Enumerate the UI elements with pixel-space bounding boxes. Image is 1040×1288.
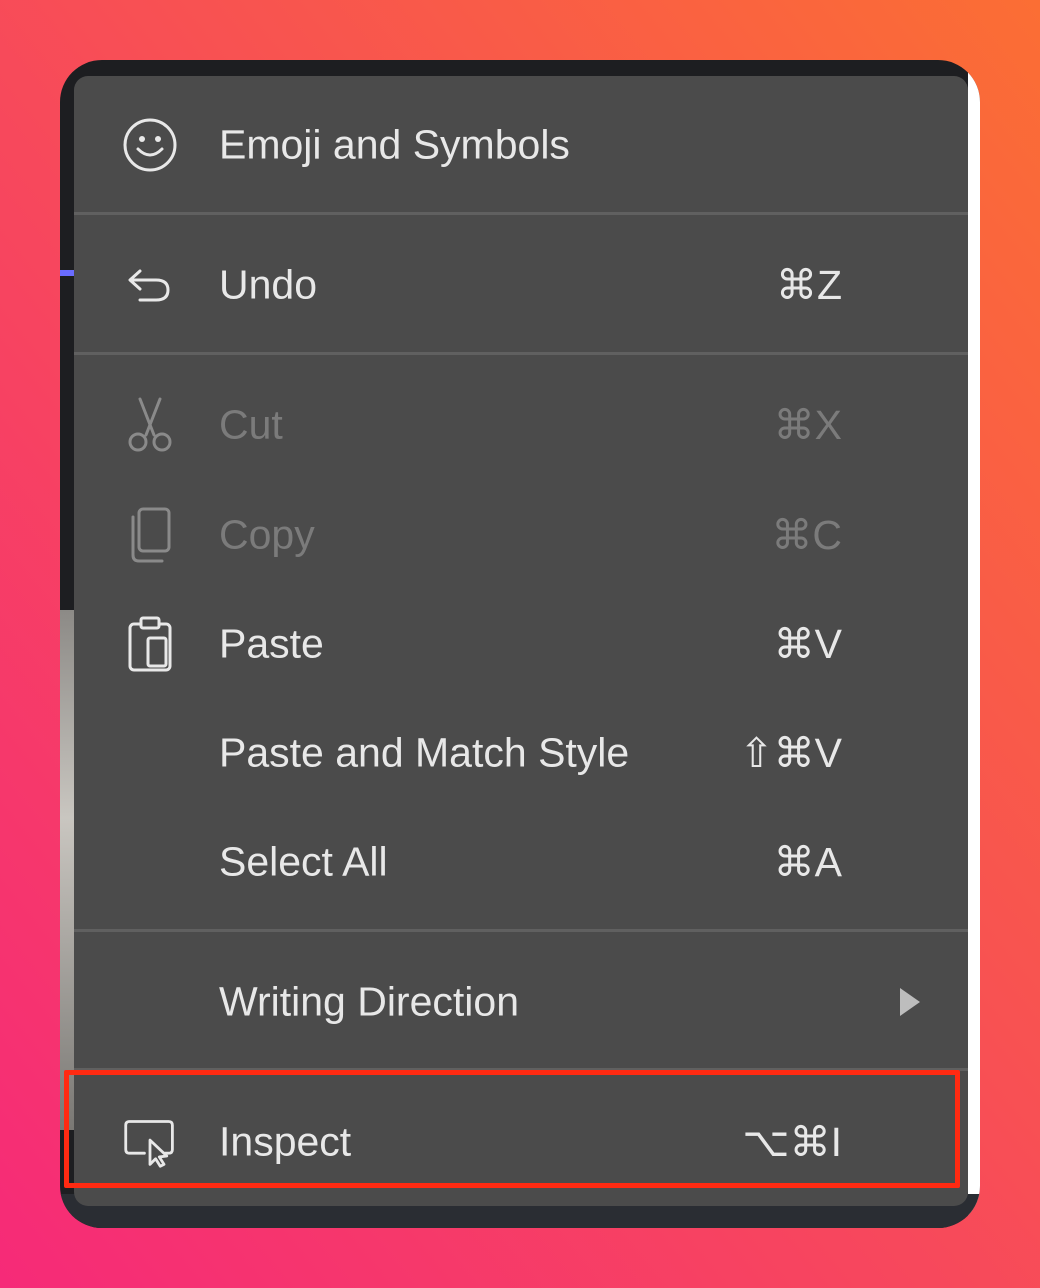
menu-item-label: Undo <box>219 261 318 308</box>
copy-documents-icon <box>122 507 178 563</box>
menu-item-shortcut: ⌘C <box>771 512 842 558</box>
menu-item-label: Emoji and Symbols <box>219 121 570 168</box>
menu-item-copy[interactable]: Copy ⌘C <box>74 485 968 585</box>
undo-arrow-icon <box>122 257 178 313</box>
background-right-edge <box>968 60 980 1228</box>
menu-item-shortcut: ⌘Z <box>775 262 842 308</box>
menu-item-select-all[interactable]: Select All ⌘A <box>74 812 968 912</box>
app-window-backdrop: Emoji and Symbols Undo ⌘Z Cut ⌘X Copy ⌘C… <box>60 60 980 1228</box>
menu-item-label: Paste <box>219 620 324 667</box>
menu-separator <box>74 212 968 215</box>
menu-item-shortcut: ⌘V <box>773 621 842 667</box>
menu-item-label: Writing Direction <box>219 978 519 1025</box>
inspect-highlight-box <box>64 1070 960 1188</box>
menu-item-paste-and-match-style[interactable]: Paste and Match Style ⇧⌘V <box>74 703 968 803</box>
clipboard-icon <box>122 616 178 672</box>
menu-item-label: Cut <box>219 401 283 448</box>
menu-item-undo[interactable]: Undo ⌘Z <box>74 235 968 335</box>
menu-item-label: Paste and Match Style <box>219 729 630 776</box>
context-menu: Emoji and Symbols Undo ⌘Z Cut ⌘X Copy ⌘C… <box>74 76 968 1206</box>
menu-item-writing-direction[interactable]: Writing Direction <box>74 952 968 1052</box>
menu-item-cut[interactable]: Cut ⌘X <box>74 375 968 475</box>
menu-item-shortcut: ⇧⌘V <box>739 730 842 776</box>
menu-item-label: Copy <box>219 511 315 558</box>
menu-separator <box>74 352 968 355</box>
menu-item-paste[interactable]: Paste ⌘V <box>74 594 968 694</box>
menu-item-shortcut: ⌘X <box>773 402 842 448</box>
scissors-icon <box>122 397 178 453</box>
menu-separator <box>74 929 968 932</box>
menu-item-shortcut: ⌘A <box>773 839 842 885</box>
menu-item-label: Select All <box>219 838 388 885</box>
submenu-arrow-icon <box>900 988 920 1016</box>
menu-item-emoji-and-symbols[interactable]: Emoji and Symbols <box>74 95 968 195</box>
smiley-icon <box>122 117 178 173</box>
